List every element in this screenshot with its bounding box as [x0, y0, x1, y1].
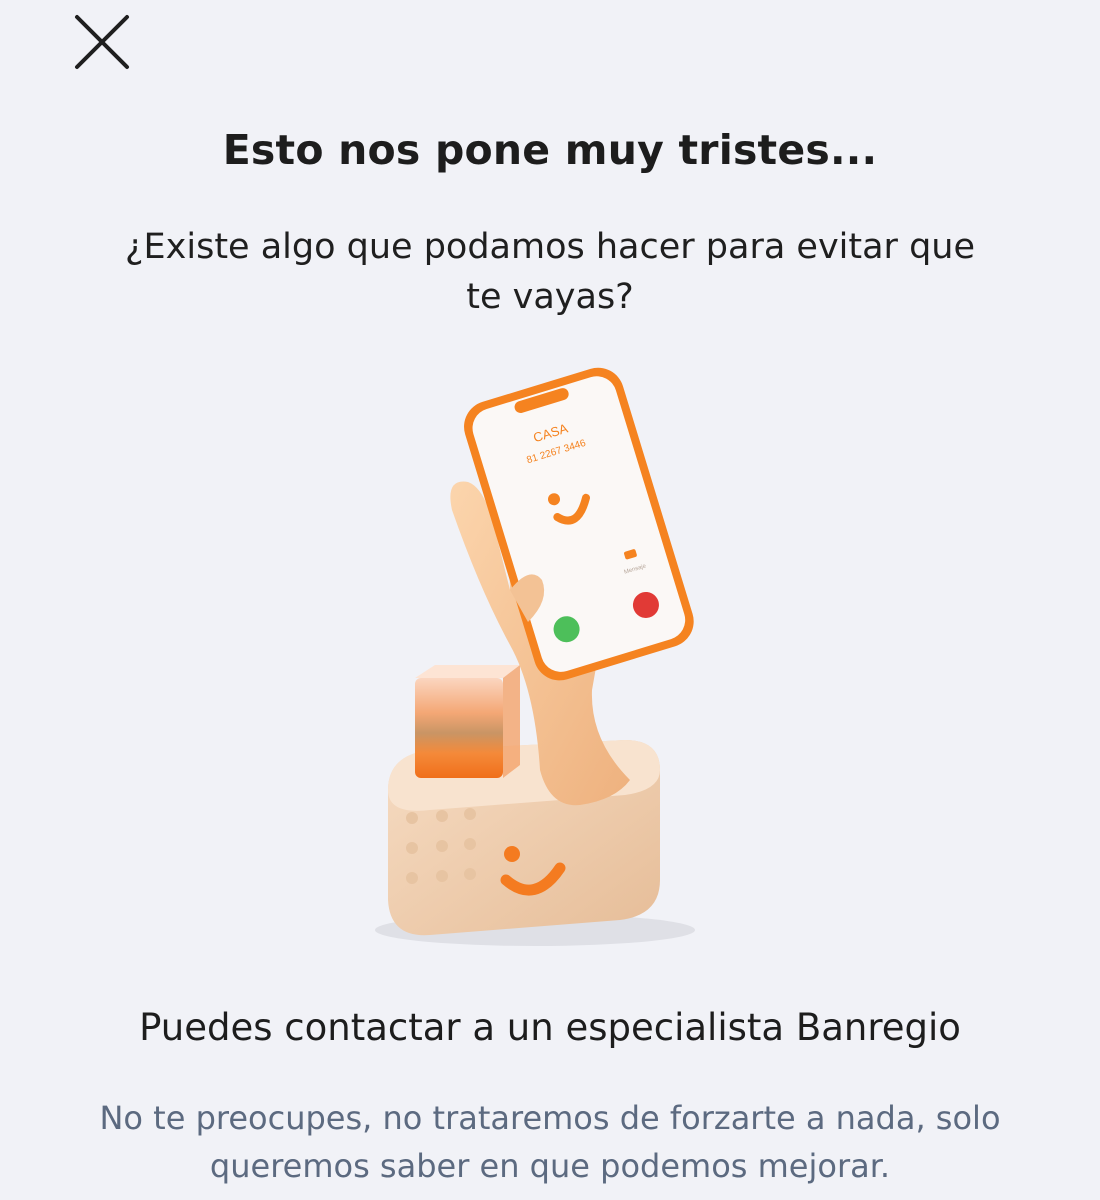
contact-specialist-text: Puedes contactar a un especialista Banre… [139, 1006, 961, 1049]
close-button[interactable] [68, 8, 136, 76]
phone-hand-illustration: CASA 81 2267 3446 Mensaje [375, 367, 695, 946]
page-title: Esto nos pone muy tristes... [222, 126, 878, 174]
reassurance-text: No te preocupes, no trataremos de forzar… [99, 1099, 1001, 1185]
phone: CASA 81 2267 3446 Mensaje [464, 367, 694, 681]
close-icon [75, 15, 129, 69]
decorative-cube [415, 665, 520, 778]
page-subtitle: ¿Existe algo que podamos hacer para evit… [124, 227, 976, 317]
